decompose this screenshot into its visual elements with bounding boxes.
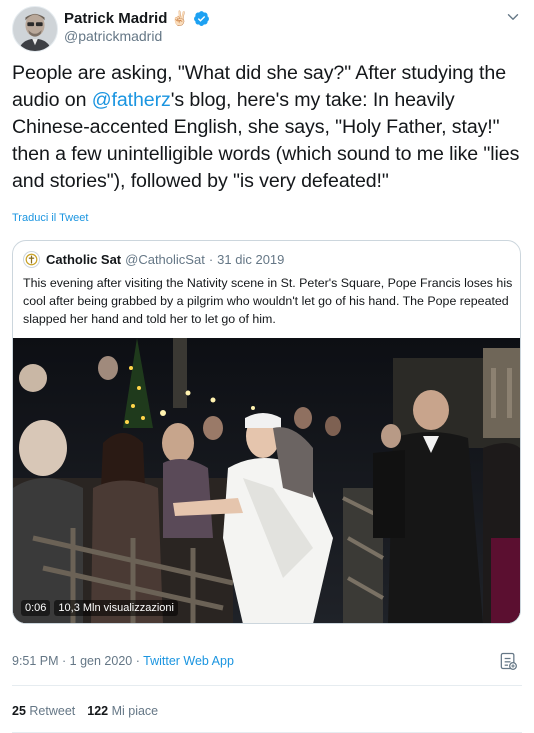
analytics-icon[interactable] bbox=[498, 651, 518, 671]
verified-badge-icon bbox=[193, 11, 209, 26]
like-count: 122 bbox=[87, 704, 109, 718]
catholic-sat-logo-icon bbox=[24, 252, 39, 267]
translate-tweet-link[interactable]: Traduci il Tweet bbox=[12, 212, 88, 224]
author-name-block: Patrick Madrid ✌🏻 @patrickmadrid bbox=[64, 10, 210, 44]
meta-separator-2: · bbox=[132, 654, 144, 668]
video-duration: 0:06 bbox=[21, 600, 51, 616]
video-player[interactable]: 0:06 10,3 Mln visualizzazioni bbox=[13, 338, 520, 623]
like-label: Mi piace bbox=[111, 704, 159, 718]
retweet-stat[interactable]: 25 Retweet bbox=[12, 704, 75, 718]
tweet-source-link[interactable]: Twitter Web App bbox=[143, 654, 234, 668]
video-thumbnail bbox=[13, 338, 520, 623]
like-stat[interactable]: 122 Mi piace bbox=[87, 704, 158, 718]
tweet-header: Patrick Madrid ✌🏻 @patrickmadrid bbox=[12, 6, 522, 54]
author-avatar[interactable] bbox=[12, 6, 58, 52]
quoted-tweet-header: Catholic Sat @CatholicSat · 31 dic 2019 bbox=[23, 251, 284, 268]
quoted-author-avatar[interactable] bbox=[23, 251, 40, 268]
quoted-tweet[interactable]: Catholic Sat @CatholicSat · 31 dic 2019 … bbox=[12, 240, 521, 624]
author-display-name[interactable]: Patrick Madrid bbox=[64, 10, 167, 27]
retweet-label: Retweet bbox=[29, 704, 76, 718]
video-overlay: 0:06 10,3 Mln visualizzazioni bbox=[21, 600, 178, 616]
meta-separator-1: · bbox=[58, 654, 70, 668]
tweet-meta: 9:51 PM · 1 gen 2020 · Twitter Web App bbox=[12, 654, 234, 668]
divider bbox=[12, 685, 522, 686]
chevron-down-icon[interactable] bbox=[504, 8, 522, 26]
quoted-date[interactable]: 31 dic 2019 bbox=[217, 252, 284, 267]
tweet-time[interactable]: 9:51 PM bbox=[12, 654, 59, 668]
quoted-tweet-text: This evening after visiting the Nativity… bbox=[23, 276, 513, 326]
quoted-separator: · bbox=[208, 252, 214, 267]
quoted-author-name[interactable]: Catholic Sat bbox=[46, 252, 121, 267]
tweet-date[interactable]: 1 gen 2020 bbox=[70, 654, 133, 668]
mention-link[interactable]: @fatherz bbox=[92, 89, 171, 111]
tweet-stats: 25 Retweet 122 Mi piace bbox=[12, 704, 158, 718]
tweet-text: People are asking, "What did she say?" A… bbox=[12, 60, 524, 195]
author-handle[interactable]: @patrickmadrid bbox=[64, 28, 210, 44]
video-view-count: 10,3 Mln visualizzazioni bbox=[54, 600, 178, 616]
retweet-count: 25 bbox=[12, 704, 26, 718]
peace-sign-emoji: ✌🏻 bbox=[171, 10, 189, 26]
quoted-author-handle[interactable]: @CatholicSat bbox=[125, 252, 205, 267]
profile-photo-icon bbox=[13, 7, 57, 51]
